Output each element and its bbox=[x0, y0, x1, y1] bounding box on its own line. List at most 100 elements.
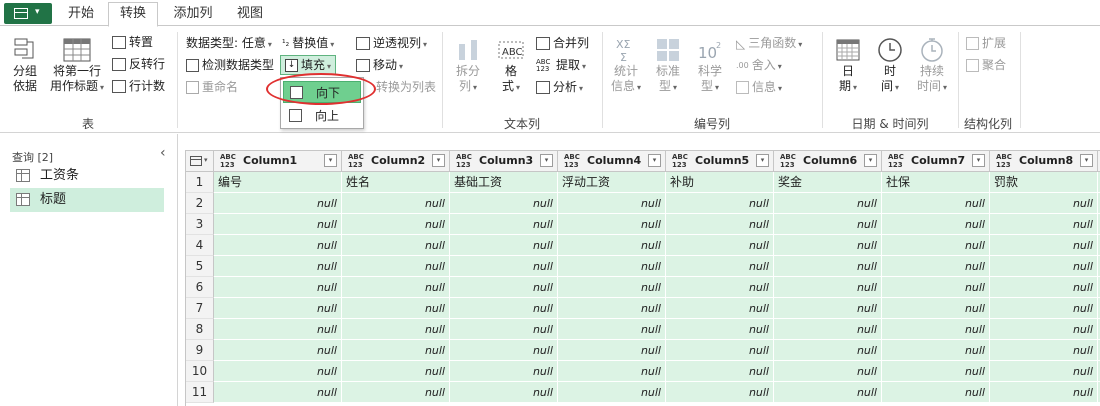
table-cell[interactable]: 补助 bbox=[666, 172, 774, 193]
rename-button[interactable]: 重命名 bbox=[186, 79, 238, 95]
table-cell[interactable]: null bbox=[882, 319, 990, 340]
table-cell[interactable]: 姓名 bbox=[342, 172, 450, 193]
table-cell[interactable]: null bbox=[882, 214, 990, 235]
table-cell[interactable]: null bbox=[342, 256, 450, 277]
table-cell[interactable]: null bbox=[214, 277, 342, 298]
table-cell[interactable]: null bbox=[990, 214, 1098, 235]
table-menu-button[interactable]: ▾ bbox=[186, 151, 214, 172]
table-cell[interactable]: 浮动工资 bbox=[558, 172, 666, 193]
table-cell[interactable]: null bbox=[214, 340, 342, 361]
table-cell[interactable]: null bbox=[214, 193, 342, 214]
data-type-dropdown[interactable]: 数据类型: 任意 ▾ bbox=[186, 35, 272, 53]
scientific-button[interactable]: 10 2 科学 型 ▾ bbox=[690, 36, 730, 95]
column-header[interactable]: ABC 123 Column8 ▾ bbox=[990, 151, 1098, 172]
table-cell[interactable]: null bbox=[990, 382, 1098, 403]
fill-down-menu-item[interactable]: 向下 bbox=[283, 81, 361, 103]
fill-up-menu-item[interactable]: 向上 bbox=[283, 105, 361, 127]
type-abc123-icon[interactable]: ABC 123 bbox=[888, 153, 904, 169]
column-filter-icon[interactable]: ▾ bbox=[324, 154, 337, 167]
parse-button[interactable]: 分析 ▾ bbox=[536, 79, 583, 97]
query-item[interactable]: 标题 bbox=[10, 188, 164, 212]
table-cell[interactable]: null bbox=[450, 256, 558, 277]
trig-button[interactable]: ◺ 三角函数 ▾ bbox=[736, 35, 802, 53]
column-header[interactable]: ABC 123 Column7 ▾ bbox=[882, 151, 990, 172]
type-abc123-icon[interactable]: ABC 123 bbox=[780, 153, 796, 169]
table-cell[interactable]: null bbox=[450, 235, 558, 256]
table-cell[interactable]: null bbox=[666, 214, 774, 235]
column-filter-icon[interactable]: ▾ bbox=[972, 154, 985, 167]
column-filter-icon[interactable]: ▾ bbox=[864, 154, 877, 167]
split-column-button[interactable]: 拆分 列 ▾ bbox=[450, 36, 486, 95]
table-cell[interactable]: null bbox=[990, 235, 1098, 256]
replace-values-button[interactable]: ¹₂ 替换值 ▾ bbox=[282, 35, 334, 53]
table-cell[interactable]: null bbox=[666, 319, 774, 340]
tab-view[interactable]: 视图 bbox=[228, 4, 272, 26]
row-number[interactable]: 7 bbox=[186, 298, 214, 319]
table-cell[interactable]: null bbox=[774, 193, 882, 214]
type-abc123-icon[interactable]: ABC 123 bbox=[456, 153, 472, 169]
type-abc123-icon[interactable]: ABC 123 bbox=[996, 153, 1012, 169]
column-filter-icon[interactable]: ▾ bbox=[540, 154, 553, 167]
row-number[interactable]: 2 bbox=[186, 193, 214, 214]
group-by-button[interactable]: 分组 依据 bbox=[4, 36, 46, 94]
detect-type-button[interactable]: 检测数据类型 bbox=[186, 57, 274, 73]
table-cell[interactable]: null bbox=[450, 340, 558, 361]
table-cell[interactable]: null bbox=[990, 298, 1098, 319]
table-cell[interactable]: null bbox=[882, 298, 990, 319]
column-header[interactable]: ABC 123 Column3 ▾ bbox=[450, 151, 558, 172]
table-cell[interactable]: null bbox=[666, 193, 774, 214]
column-filter-icon[interactable]: ▾ bbox=[756, 154, 769, 167]
column-header[interactable]: ABC 123 Column5 ▾ bbox=[666, 151, 774, 172]
column-filter-icon[interactable]: ▾ bbox=[432, 154, 445, 167]
table-cell[interactable]: null bbox=[450, 361, 558, 382]
column-header[interactable]: ABC 123 Column6 ▾ bbox=[774, 151, 882, 172]
table-cell[interactable]: null bbox=[774, 256, 882, 277]
row-number[interactable]: 9 bbox=[186, 340, 214, 361]
query-item[interactable]: 工资条 bbox=[10, 164, 164, 188]
tab-add-column[interactable]: 添加列 bbox=[166, 4, 220, 26]
table-cell[interactable]: null bbox=[558, 340, 666, 361]
table-cell[interactable]: null bbox=[774, 382, 882, 403]
table-cell[interactable]: null bbox=[558, 319, 666, 340]
table-cell[interactable]: null bbox=[450, 214, 558, 235]
table-cell[interactable]: 罚款 bbox=[990, 172, 1098, 193]
column-filter-icon[interactable]: ▾ bbox=[1080, 154, 1093, 167]
table-cell[interactable]: null bbox=[450, 319, 558, 340]
table-cell[interactable]: null bbox=[342, 319, 450, 340]
table-cell[interactable]: null bbox=[558, 256, 666, 277]
table-cell[interactable]: null bbox=[774, 361, 882, 382]
first-row-header-button[interactable]: 将第一行 用作标题 ▾ bbox=[46, 36, 108, 95]
row-number[interactable]: 3 bbox=[186, 214, 214, 235]
duration-button[interactable]: 持续 时间 ▾ bbox=[910, 36, 954, 95]
count-rows-button[interactable]: 行计数 bbox=[112, 78, 165, 94]
table-cell[interactable]: null bbox=[774, 214, 882, 235]
table-cell[interactable]: null bbox=[558, 361, 666, 382]
convert-to-list-button[interactable]: 转换为列表 bbox=[376, 79, 436, 95]
type-abc123-icon[interactable]: ABC 123 bbox=[348, 153, 364, 169]
extract-button[interactable]: ABC 123 提取 ▾ bbox=[536, 57, 586, 75]
type-abc123-icon[interactable]: ABC 123 bbox=[564, 153, 580, 169]
table-cell[interactable]: null bbox=[558, 193, 666, 214]
column-header[interactable]: ABC 123 Column4 ▾ bbox=[558, 151, 666, 172]
rounding-button[interactable]: .00 舍入 ▾ bbox=[736, 57, 782, 75]
row-number[interactable]: 5 bbox=[186, 256, 214, 277]
transpose-button[interactable]: 转置 bbox=[112, 34, 153, 50]
table-cell[interactable]: null bbox=[666, 382, 774, 403]
table-cell[interactable]: null bbox=[214, 382, 342, 403]
table-cell[interactable]: null bbox=[558, 214, 666, 235]
table-cell[interactable]: null bbox=[214, 256, 342, 277]
table-cell[interactable]: 社保 bbox=[882, 172, 990, 193]
information-button[interactable]: 信息 ▾ bbox=[736, 79, 782, 97]
column-header[interactable]: ABC 123 Column1 ▾ bbox=[214, 151, 342, 172]
type-abc123-icon[interactable]: ABC 123 bbox=[220, 153, 236, 169]
row-number[interactable]: 10 bbox=[186, 361, 214, 382]
collapse-pane-icon[interactable]: ‹ bbox=[160, 145, 166, 161]
move-button[interactable]: 移动 ▾ bbox=[356, 57, 403, 75]
table-cell[interactable]: null bbox=[666, 340, 774, 361]
table-cell[interactable]: null bbox=[558, 382, 666, 403]
table-cell[interactable]: null bbox=[342, 298, 450, 319]
unpivot-button[interactable]: 逆透视列 ▾ bbox=[356, 35, 427, 53]
table-cell[interactable]: null bbox=[214, 298, 342, 319]
table-cell[interactable]: null bbox=[214, 214, 342, 235]
table-cell[interactable]: null bbox=[990, 277, 1098, 298]
